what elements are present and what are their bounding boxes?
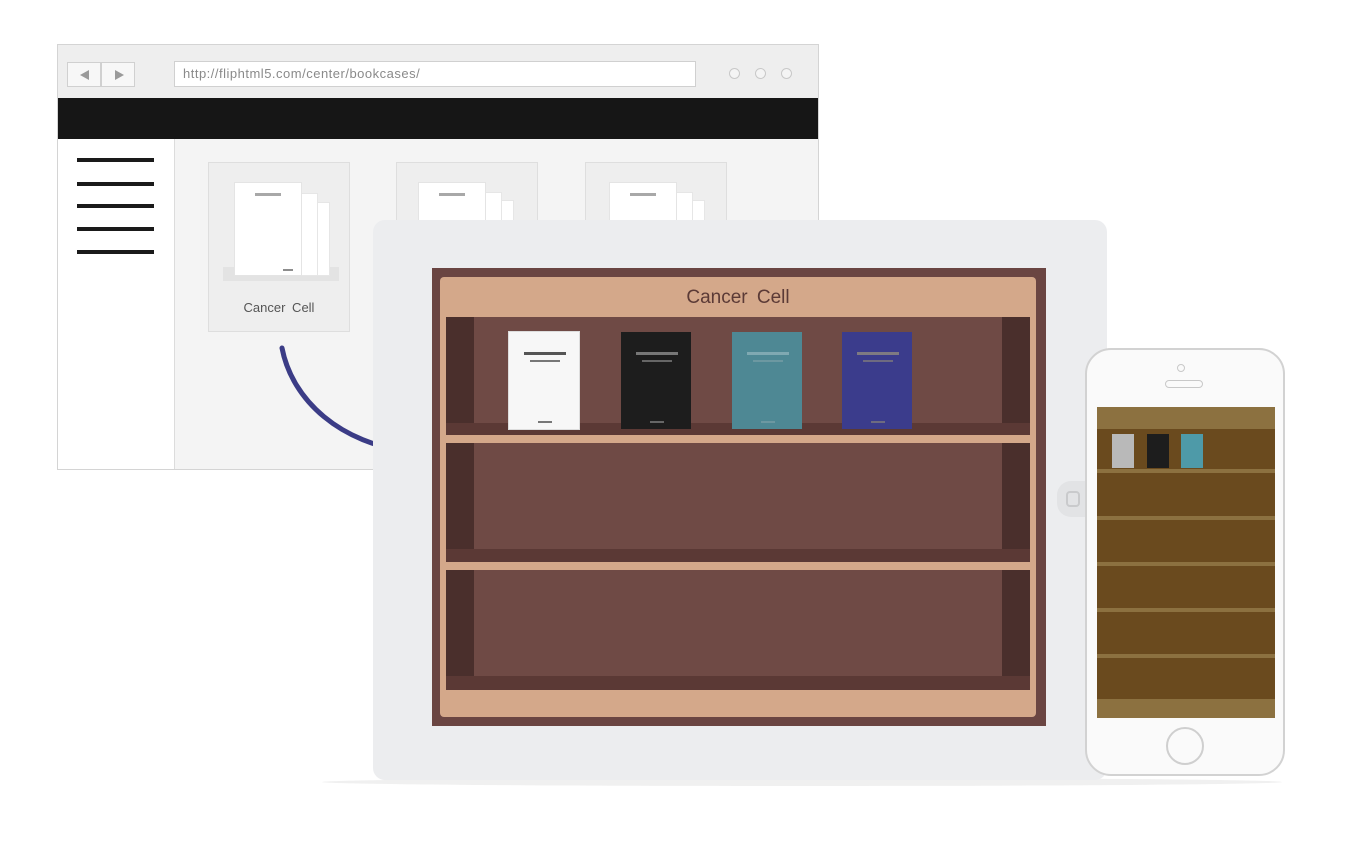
shelf-row <box>446 570 1030 690</box>
book-cover <box>842 332 912 429</box>
window-control-dot[interactable] <box>781 68 792 79</box>
book-subtitle-line <box>642 360 672 362</box>
book-title-line <box>636 352 678 355</box>
book[interactable] <box>621 332 691 429</box>
book-footer-line <box>650 421 664 423</box>
back-button[interactable] <box>67 62 101 87</box>
tile-label: Cancer Cell <box>243 300 315 315</box>
phone-book[interactable] <box>1147 434 1169 468</box>
shelf-board <box>446 562 1030 569</box>
shelf-side <box>1002 317 1030 435</box>
book-footer-line <box>538 421 552 423</box>
browser-toolbar: http://fliphtml5.com/center/bookcases/ <box>58 45 818 98</box>
shelf-ledge <box>446 549 1030 562</box>
menu-line[interactable] <box>77 227 154 231</box>
book-cover <box>621 332 691 429</box>
shelf-board <box>446 435 1030 442</box>
book[interactable] <box>509 332 579 429</box>
shelf-side <box>446 570 474 690</box>
menu-line[interactable] <box>77 158 154 162</box>
book[interactable] <box>842 332 912 429</box>
book-footer-line <box>761 421 775 423</box>
shelf-side <box>1002 443 1030 562</box>
cover-title-line <box>439 193 465 196</box>
cover-title-line <box>255 193 281 196</box>
book-title-line <box>747 352 789 355</box>
phone-book[interactable] <box>1181 434 1203 468</box>
book-cover <box>235 183 301 275</box>
book[interactable] <box>732 332 802 429</box>
book-cover <box>509 332 579 429</box>
book-subtitle-line <box>530 360 560 362</box>
cover-footer-line <box>283 269 293 271</box>
phone-shelf-board <box>1097 654 1275 658</box>
address-bar[interactable]: http://fliphtml5.com/center/bookcases/ <box>174 61 696 87</box>
phone-shelf-bottom <box>1097 699 1275 718</box>
phone-book-cover <box>1147 434 1169 468</box>
shelf-side <box>446 443 474 562</box>
cover-title-line <box>630 193 656 196</box>
shelf-side <box>446 317 474 435</box>
tile-page <box>317 203 329 275</box>
phone-shelf-board <box>1097 608 1275 612</box>
phone-home-button[interactable] <box>1166 727 1204 765</box>
phone-book[interactable] <box>1112 434 1134 468</box>
book-title-line <box>857 352 899 355</box>
menu-line[interactable] <box>77 182 154 186</box>
book-subtitle-line <box>863 360 893 362</box>
window-control-dot[interactable] <box>755 68 766 79</box>
tablet-home-button[interactable] <box>1057 481 1085 517</box>
triangle-right-icon <box>115 70 124 80</box>
phone-camera <box>1177 364 1185 372</box>
tile-page <box>301 194 317 275</box>
bookcase-tile[interactable]: Cancer Cell <box>208 162 350 332</box>
book-footer-line <box>871 421 885 423</box>
phone-book-cover <box>1112 434 1134 468</box>
site-header-bar <box>58 98 818 139</box>
book-subtitle-line <box>753 360 783 362</box>
home-button-icon <box>1066 491 1080 507</box>
phone-shelf-board <box>1097 562 1275 566</box>
shelf-side <box>1002 570 1030 690</box>
phone-shelf-top <box>1097 407 1275 429</box>
shelf-row <box>446 443 1030 562</box>
phone-shelf-board <box>1097 469 1275 473</box>
phone-speaker <box>1165 380 1203 388</box>
bookshelf-title: Cancer Cell <box>686 287 790 308</box>
shelf-ledge <box>446 676 1030 690</box>
menu-line[interactable] <box>77 204 154 208</box>
phone-shelf-board <box>1097 516 1275 520</box>
triangle-left-icon <box>80 70 89 80</box>
forward-button[interactable] <box>101 62 135 87</box>
book-title-line <box>524 352 566 355</box>
sidebar-menu <box>58 139 175 469</box>
menu-line[interactable] <box>77 250 154 254</box>
book-cover <box>732 332 802 429</box>
window-control-dot[interactable] <box>729 68 740 79</box>
phone-book-cover <box>1181 434 1203 468</box>
